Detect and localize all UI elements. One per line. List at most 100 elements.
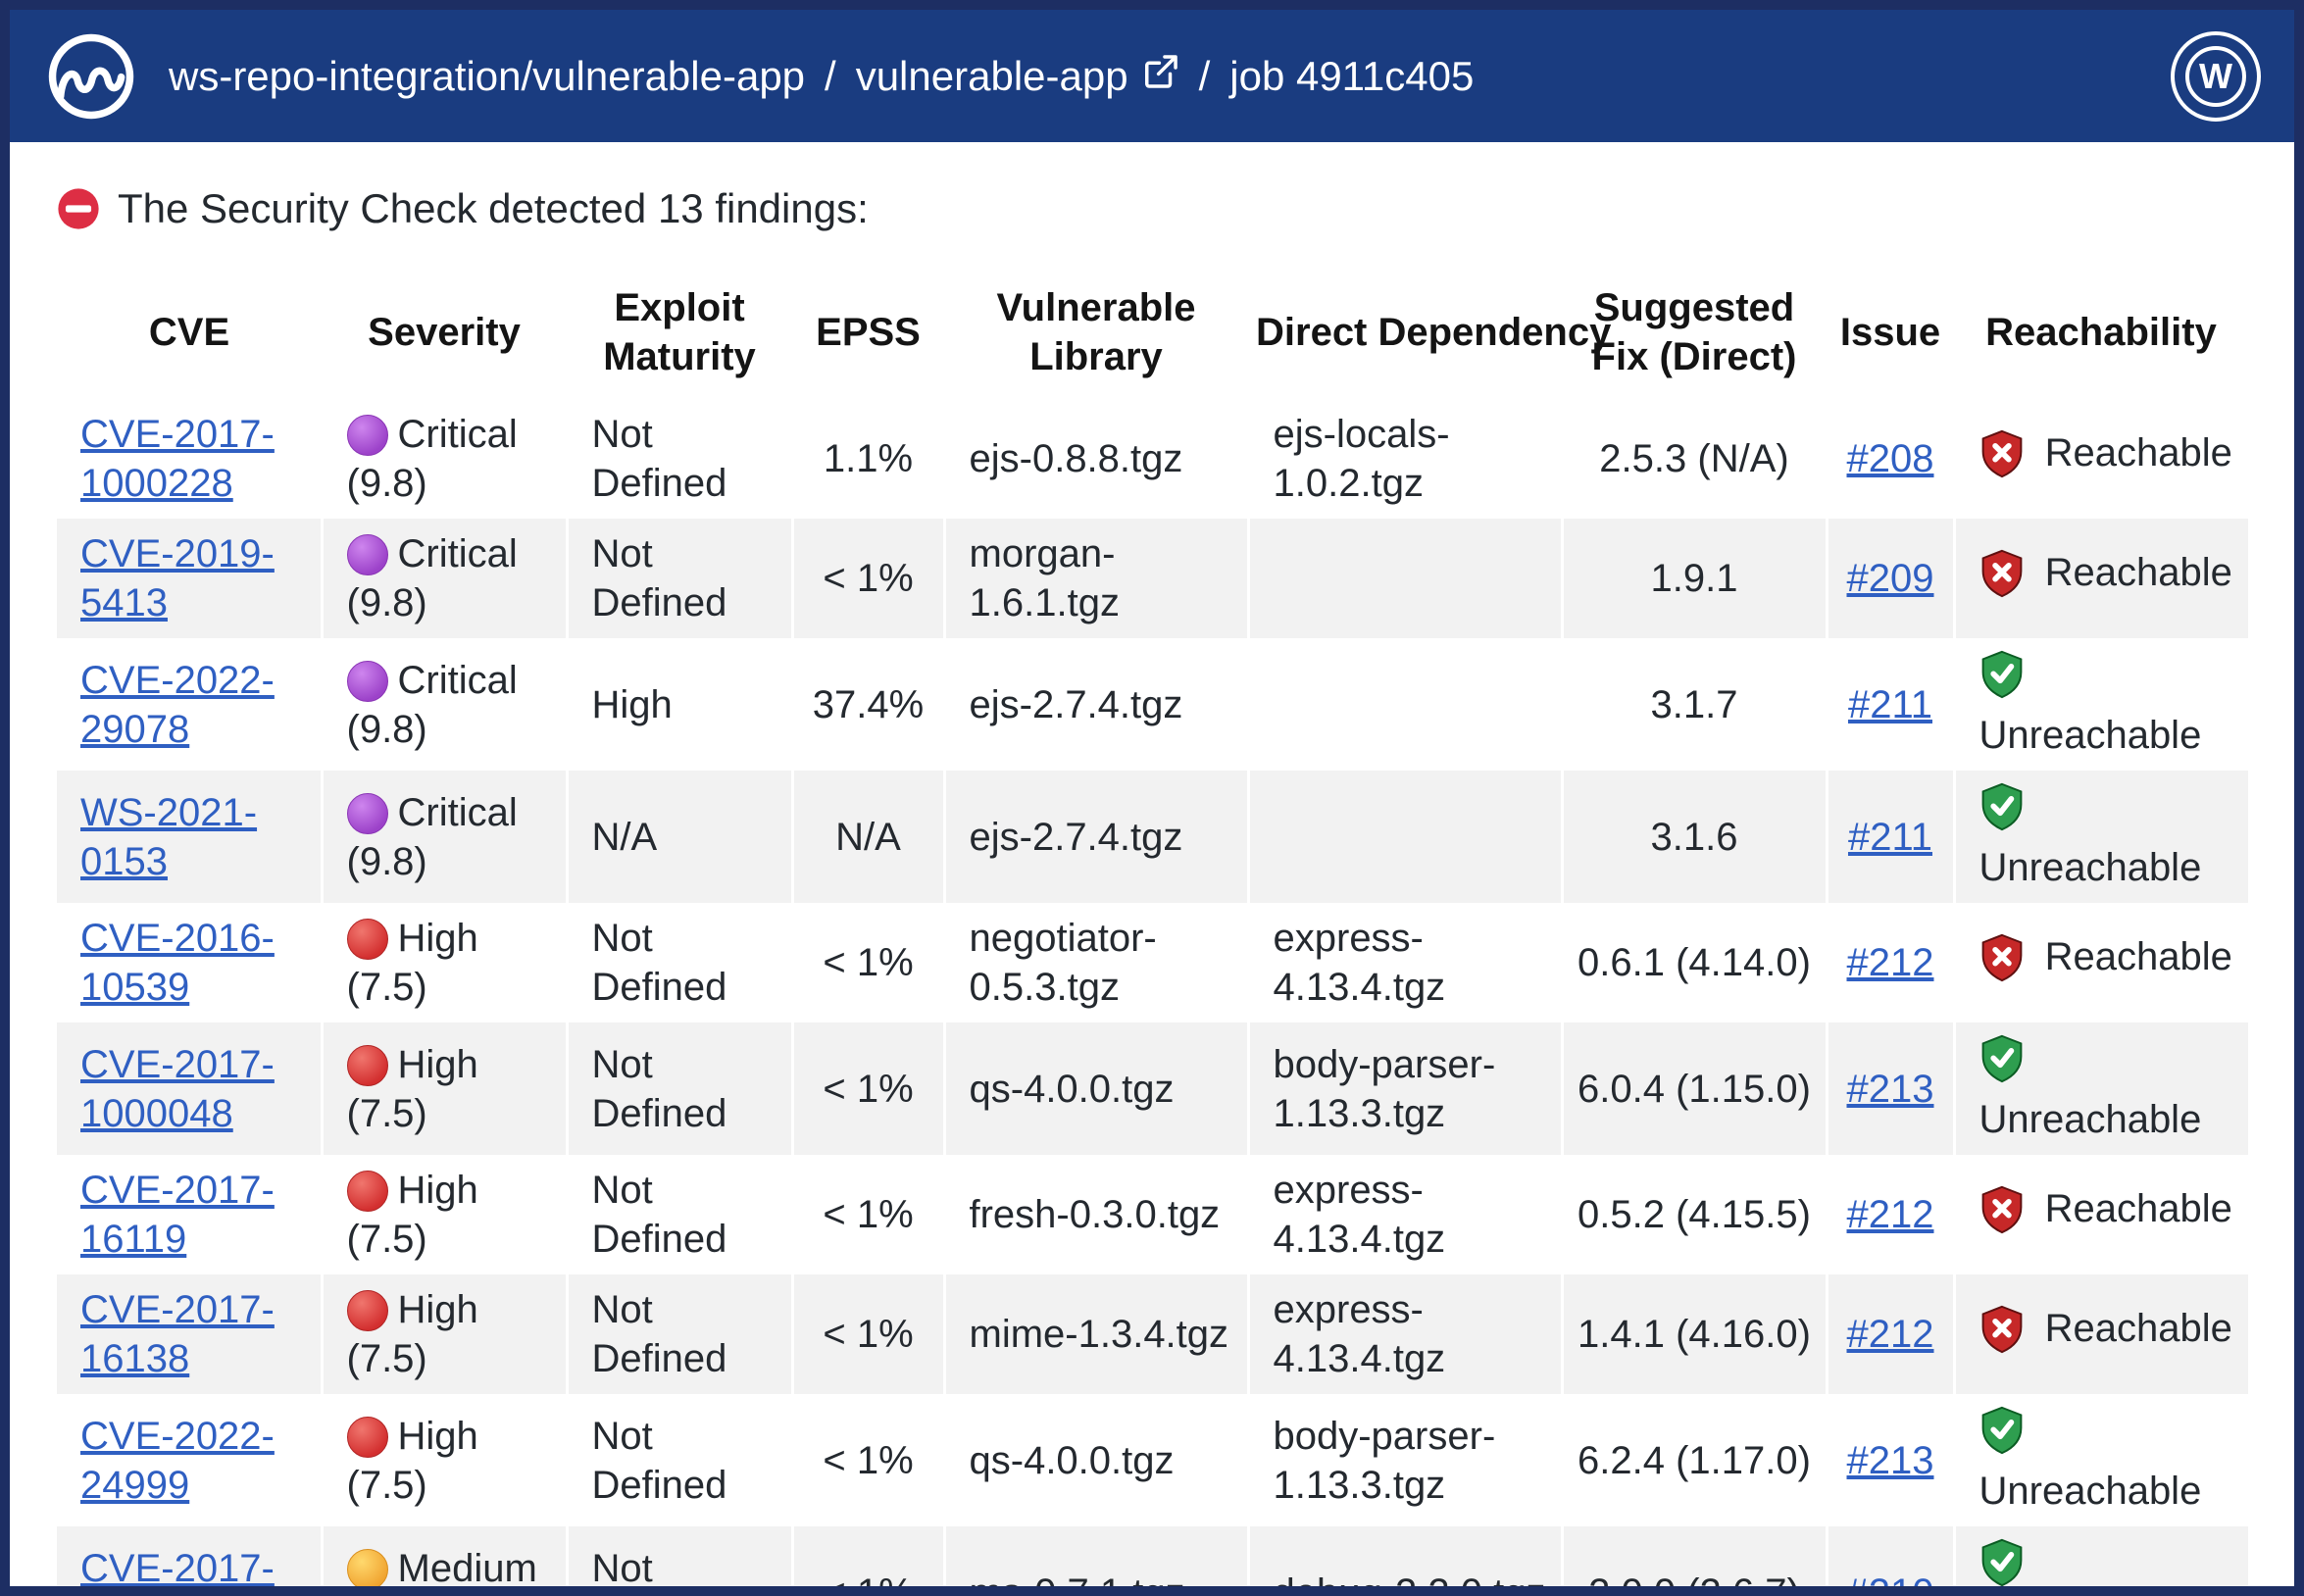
reachability-label: Reachable <box>2045 1187 2232 1230</box>
severity-dot-icon <box>347 919 388 960</box>
reachability-label: Reachable <box>2045 1307 2232 1350</box>
severity-cell: High (7.5) <box>322 1394 567 1526</box>
breadcrumb: ws-repo-integration/vulnerable-app / vul… <box>169 53 1474 100</box>
exploit-maturity-cell: Not Defined <box>567 1526 792 1596</box>
vulnerable-library-cell: negotiator-0.5.3.tgz <box>944 903 1248 1022</box>
issue-link[interactable]: #209 <box>1847 557 1934 600</box>
issue-link[interactable]: #211 <box>1848 683 1932 726</box>
severity-label: High <box>398 917 478 960</box>
exploit-maturity-cell: Not Defined <box>567 399 792 519</box>
direct-dependency-cell: body-parser-1.13.3.tgz <box>1248 1394 1562 1526</box>
page: ws-repo-integration/vulnerable-app / vul… <box>0 0 2304 1596</box>
issue-cell: #209 <box>1827 519 1954 638</box>
breadcrumb-app-link[interactable]: vulnerable-app <box>856 53 1179 100</box>
epss-cell: < 1% <box>792 903 944 1022</box>
cve-link[interactable]: CVE-2017-16138 <box>80 1288 275 1380</box>
reachability-label: Reachable <box>2045 431 2232 474</box>
severity-cell: High (7.5) <box>322 1022 567 1155</box>
col-header-vulnerable-library: Vulnerable Library <box>944 272 1248 399</box>
reachability-cell: Unreachable <box>1954 1394 2248 1526</box>
cve-cell: CVE-2022-29078 <box>57 638 322 771</box>
vulnerable-library-cell: ejs-2.7.4.tgz <box>944 771 1248 903</box>
reachability-cell: Reachable <box>1954 903 2248 1022</box>
suggested-fix-cell: 2.5.3 (N/A) <box>1562 399 1827 519</box>
epss-cell: 37.4% <box>792 638 944 771</box>
severity-cell: Medium (4.3) <box>322 1526 567 1596</box>
table-row: CVE-2017-1000048 High (7.5) Not Defined … <box>57 1022 2248 1155</box>
vulnerable-library-cell: ejs-0.8.8.tgz <box>944 399 1248 519</box>
severity-label: High <box>398 1415 478 1458</box>
cve-link[interactable]: CVE-2022-29078 <box>80 659 275 751</box>
issue-cell: #213 <box>1827 1394 1954 1526</box>
reachability-cell: Unreachable <box>1954 1022 2248 1155</box>
cve-link[interactable]: CVE-2017-1000228 <box>80 413 275 505</box>
col-header-reachability: Reachability <box>1954 272 2248 399</box>
exploit-maturity-cell: Not Defined <box>567 903 792 1022</box>
vulnerable-library-cell: qs-4.0.0.tgz <box>944 1022 1248 1155</box>
reachability-label: Reachable <box>2045 551 2232 594</box>
col-header-direct-dependency: Direct Dependency <box>1248 272 1562 399</box>
suggested-fix-cell: 6.0.4 (1.15.0) <box>1562 1022 1827 1155</box>
cve-link[interactable]: CVE-2017-1000048 <box>80 1043 275 1135</box>
issue-link[interactable]: #213 <box>1847 1068 1934 1111</box>
suggested-fix-cell: 1.4.1 (4.16.0) <box>1562 1274 1827 1394</box>
severity-dot-icon <box>347 1417 388 1458</box>
vulnerable-library-cell: mime-1.3.4.tgz <box>944 1274 1248 1394</box>
suggested-fix-cell: 2.0.0 (2.6.7) <box>1562 1526 1827 1596</box>
breadcrumb-separator: / <box>1199 53 1211 100</box>
severity-score: (7.5) <box>347 1092 427 1135</box>
exploit-maturity-cell: Not Defined <box>567 1274 792 1394</box>
shield-check-icon <box>1979 650 2025 711</box>
shield-x-icon <box>1979 933 2025 994</box>
cve-cell: CVE-2016-10539 <box>57 903 322 1022</box>
severity-label: High <box>398 1169 478 1212</box>
issue-link[interactable]: #210 <box>1847 1571 1934 1596</box>
issue-link[interactable]: #208 <box>1847 437 1934 480</box>
cve-link[interactable]: CVE-2017-20162 <box>80 1547 275 1596</box>
severity-score: (7.5) <box>347 1218 427 1261</box>
cve-link[interactable]: CVE-2022-24999 <box>80 1415 275 1507</box>
table-row: WS-2021-0153 Critical (9.8) N/A N/A ejs-… <box>57 771 2248 903</box>
severity-dot-icon <box>347 1045 388 1086</box>
no-entry-icon <box>57 187 100 230</box>
vulnerable-library-cell: morgan-1.6.1.tgz <box>944 519 1248 638</box>
issue-link[interactable]: #213 <box>1847 1439 1934 1482</box>
table-row: CVE-2019-5413 Critical (9.8) Not Defined… <box>57 519 2248 638</box>
breadcrumb-separator: / <box>825 53 836 100</box>
external-link-icon[interactable] <box>1142 53 1179 100</box>
reachability-cell: Reachable <box>1954 1155 2248 1274</box>
shield-x-icon <box>1979 1305 2025 1366</box>
reachability-label: Unreachable <box>1979 714 2202 757</box>
shield-check-icon <box>1979 1538 2025 1596</box>
severity-label: Medium <box>398 1547 537 1590</box>
breadcrumb-repo-link[interactable]: ws-repo-integration/vulnerable-app <box>169 53 805 100</box>
cve-link[interactable]: WS-2021-0153 <box>80 791 257 883</box>
issue-link[interactable]: #211 <box>1848 816 1932 859</box>
severity-cell: Critical (9.8) <box>322 771 567 903</box>
shield-x-icon <box>1979 1185 2025 1246</box>
cve-link[interactable]: CVE-2017-16119 <box>80 1169 275 1261</box>
severity-cell: High (7.5) <box>322 1155 567 1274</box>
direct-dependency-cell <box>1248 519 1562 638</box>
issue-link[interactable]: #212 <box>1847 1193 1934 1236</box>
direct-dependency-cell: express-4.13.4.tgz <box>1248 903 1562 1022</box>
issue-cell: #212 <box>1827 903 1954 1022</box>
table-header-row: CVE Severity Exploit Maturity EPSS Vulne… <box>57 272 2248 399</box>
cve-link[interactable]: CVE-2019-5413 <box>80 532 275 624</box>
issue-link[interactable]: #212 <box>1847 941 1934 984</box>
findings-summary: The Security Check detected 13 findings: <box>57 185 2247 232</box>
col-header-issue: Issue <box>1827 272 1954 399</box>
epss-cell: < 1% <box>792 1274 944 1394</box>
severity-cell: Critical (9.8) <box>322 519 567 638</box>
direct-dependency-cell <box>1248 771 1562 903</box>
severity-cell: High (7.5) <box>322 1274 567 1394</box>
mend-logo-icon <box>43 28 139 125</box>
severity-label: Critical <box>398 791 518 834</box>
issue-link[interactable]: #212 <box>1847 1313 1934 1356</box>
severity-dot-icon <box>347 1549 388 1590</box>
avatar[interactable]: W <box>2171 31 2261 122</box>
direct-dependency-cell: body-parser-1.13.3.tgz <box>1248 1022 1562 1155</box>
cve-link[interactable]: CVE-2016-10539 <box>80 917 275 1009</box>
cve-cell: CVE-2017-1000228 <box>57 399 322 519</box>
epss-cell: < 1% <box>792 519 944 638</box>
